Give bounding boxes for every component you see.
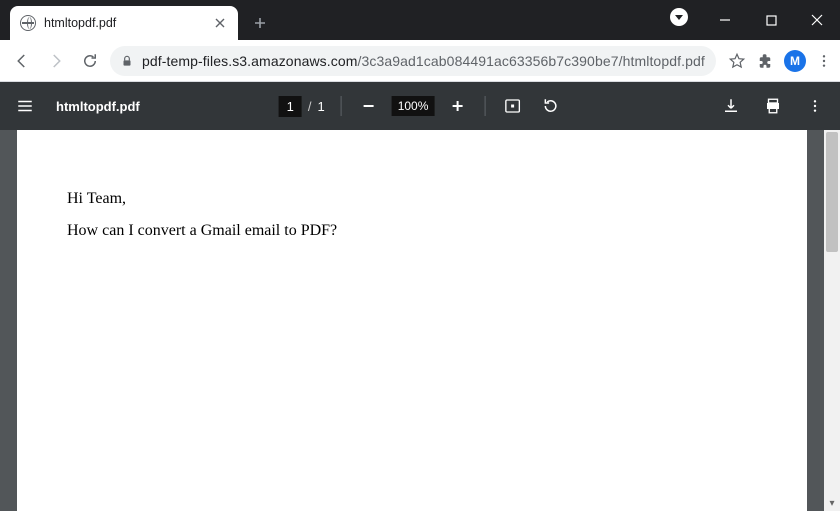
pdf-right-controls xyxy=(720,95,826,117)
address-bar[interactable]: pdf-temp-files.s3.amazonaws.com/3c3a9ad1… xyxy=(110,46,716,76)
bookmark-star-icon[interactable] xyxy=(728,52,746,70)
pdf-toolbar: htmltopdf.pdf 1 / 1 100% xyxy=(0,82,840,130)
pdf-menu-icon[interactable] xyxy=(14,95,36,117)
doc-line-2: How can I convert a Gmail email to PDF? xyxy=(67,222,757,240)
globe-icon xyxy=(20,15,36,31)
scroll-down-arrow[interactable]: ▾ xyxy=(824,495,840,511)
forward-button[interactable] xyxy=(42,47,70,75)
lock-icon xyxy=(120,54,134,68)
browser-titlebar: htmltopdf.pdf xyxy=(0,0,840,40)
zoom-out-button[interactable] xyxy=(358,95,380,117)
vertical-scrollbar[interactable]: ▾ xyxy=(824,130,840,511)
reload-button[interactable] xyxy=(76,47,104,75)
toolbar-divider xyxy=(484,96,485,116)
browser-tab-active[interactable]: htmltopdf.pdf xyxy=(10,6,238,40)
zoom-controls: 100% xyxy=(358,95,469,117)
download-button[interactable] xyxy=(720,95,742,117)
extensions-icon[interactable] xyxy=(756,52,774,70)
account-status-icon[interactable] xyxy=(670,8,688,26)
browser-menu-icon[interactable] xyxy=(816,53,832,69)
close-tab-button[interactable] xyxy=(212,15,228,31)
url-text: pdf-temp-files.s3.amazonaws.com/3c3a9ad1… xyxy=(142,53,705,69)
print-button[interactable] xyxy=(762,95,784,117)
back-button[interactable] xyxy=(8,47,36,75)
new-tab-button[interactable] xyxy=(246,9,274,37)
fit-page-button[interactable] xyxy=(501,95,523,117)
pdf-filename: htmltopdf.pdf xyxy=(56,99,140,114)
pdf-page: Hi Team, How can I convert a Gmail email… xyxy=(17,130,807,511)
window-controls xyxy=(670,0,840,40)
pdf-viewport: Hi Team, How can I convert a Gmail email… xyxy=(0,130,840,511)
doc-line-1: Hi Team, xyxy=(67,190,757,208)
rotate-button[interactable] xyxy=(539,95,561,117)
tab-title: htmltopdf.pdf xyxy=(44,16,212,30)
current-page-input[interactable]: 1 xyxy=(279,96,302,117)
toolbar-actions: M xyxy=(728,50,832,72)
window-minimize-button[interactable] xyxy=(702,3,748,37)
scrollbar-thumb[interactable] xyxy=(826,132,838,252)
page-indicator: 1 / 1 xyxy=(279,96,325,117)
pdf-more-icon[interactable] xyxy=(804,95,826,117)
profile-avatar[interactable]: M xyxy=(784,50,806,72)
toolbar-divider xyxy=(341,96,342,116)
page-separator: / xyxy=(308,99,312,114)
window-maximize-button[interactable] xyxy=(748,3,794,37)
browser-toolbar: pdf-temp-files.s3.amazonaws.com/3c3a9ad1… xyxy=(0,40,840,82)
page-container[interactable]: Hi Team, How can I convert a Gmail email… xyxy=(0,130,824,511)
zoom-level[interactable]: 100% xyxy=(392,96,435,116)
total-pages: 1 xyxy=(317,99,324,114)
zoom-in-button[interactable] xyxy=(446,95,468,117)
pdf-center-controls: 1 / 1 100% xyxy=(279,95,562,117)
window-close-button[interactable] xyxy=(794,3,840,37)
